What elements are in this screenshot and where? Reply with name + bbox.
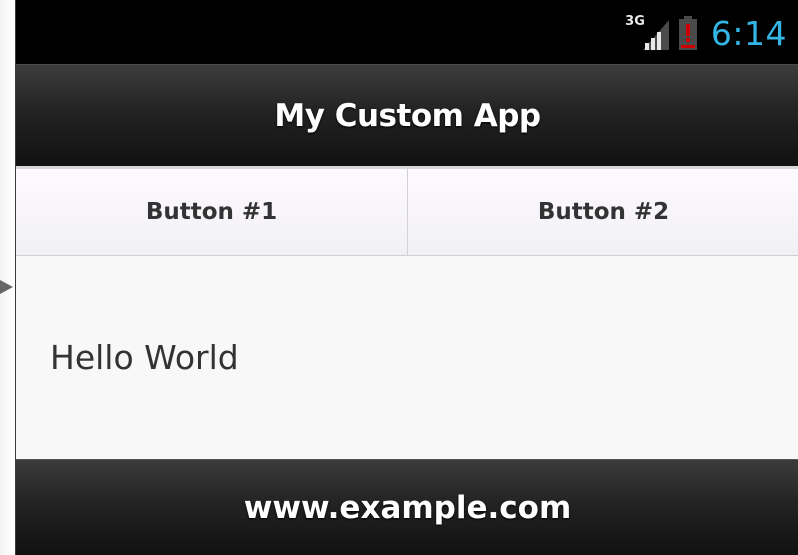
button-1-label: Button #1	[145, 199, 278, 225]
left-margin	[0, 0, 15, 555]
navbar: Button #1 Button #2	[16, 166, 798, 256]
content-area: Hello World	[16, 256, 798, 459]
app-footer: www.example.com	[16, 459, 798, 555]
button-2-label: Button #2	[537, 199, 670, 225]
status-indicators: 3G 6:14	[625, 10, 787, 56]
button-2[interactable]: Button #2	[407, 169, 798, 255]
pointer-arrow-icon	[0, 280, 13, 294]
battery-low-alert-icon	[678, 16, 697, 50]
page-title: My Custom App	[274, 97, 541, 134]
hello-text: Hello World	[50, 338, 239, 377]
footer-url: www.example.com	[243, 489, 572, 526]
status-clock: 6:14	[710, 13, 787, 53]
network-type-label: 3G	[625, 13, 645, 29]
button-1[interactable]: Button #1	[16, 169, 407, 255]
phone-screen: 3G 6:14 My Custom App Button #1 Button #…	[15, 0, 798, 555]
status-bar: 3G 6:14	[16, 0, 798, 64]
cell-signal-icon	[641, 16, 671, 50]
app-header: My Custom App	[16, 64, 798, 166]
